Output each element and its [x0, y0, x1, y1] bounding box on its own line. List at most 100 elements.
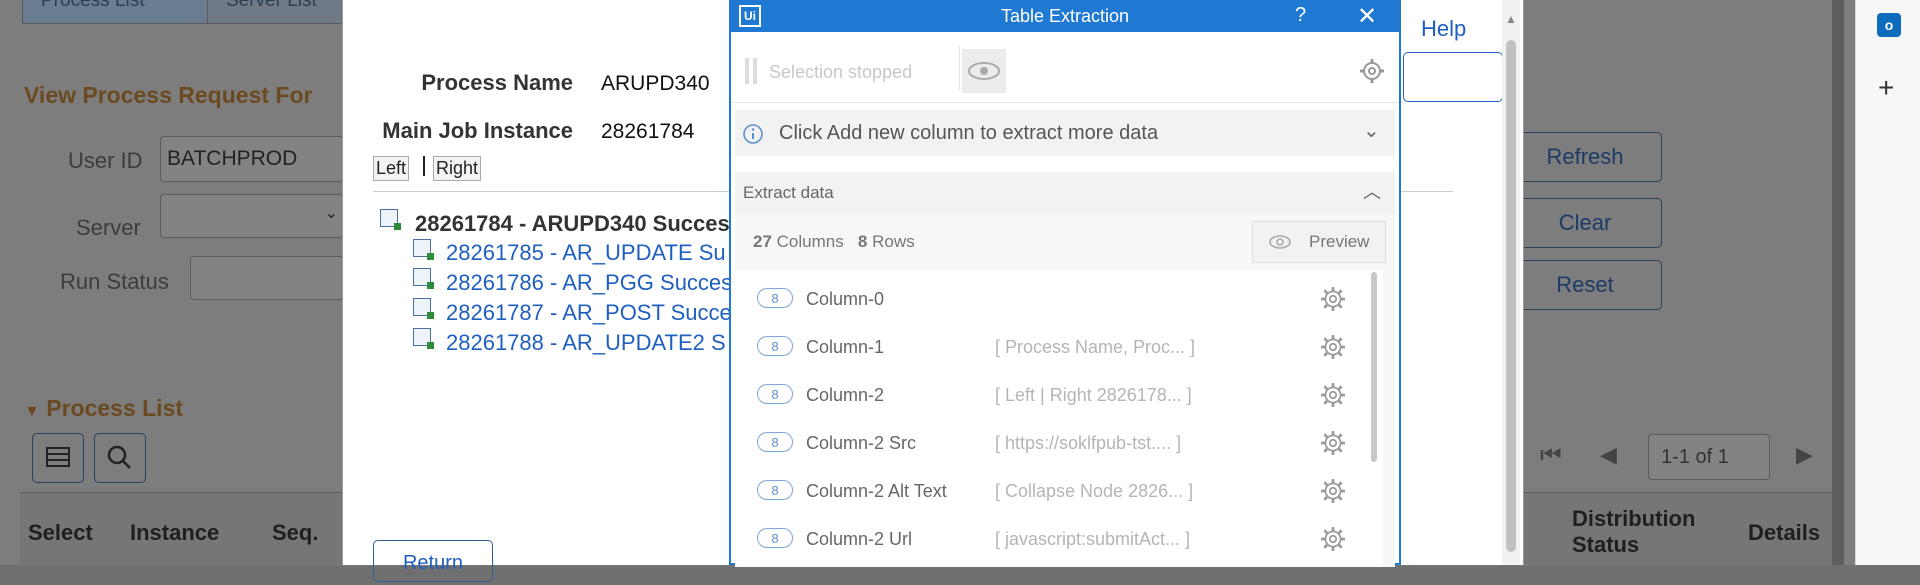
column-preview: [ Collapse Node 2826... ]: [995, 481, 1194, 501]
columns-label: Columns: [776, 232, 844, 251]
column-name: Column-2: [806, 385, 885, 405]
tab-process-list[interactable]: Process List: [22, 0, 216, 24]
info-text: Click Add new column to extract more dat…: [779, 122, 1159, 144]
first-page-icon[interactable]: ⏮: [1540, 442, 1562, 470]
column-name: Column-2 Src: [806, 433, 917, 453]
selection-status: Selection stopped: [769, 62, 913, 82]
add-icon[interactable]: +: [1878, 74, 1894, 102]
column-name: Column-2 Url: [806, 529, 913, 549]
tree-item-link[interactable]: 28261786 - AR_PGG Succes: [446, 270, 732, 296]
chevron-down-icon: ⌄: [324, 205, 338, 222]
modal-input-box[interactable]: [1403, 52, 1503, 102]
pause-icon[interactable]: [745, 58, 749, 84]
column-preview: [ Left | Right 2826178... ]: [995, 385, 1192, 405]
previous-page-icon[interactable]: ◀: [1600, 442, 1617, 468]
info-icon: [743, 124, 763, 144]
rows-label: Rows: [872, 232, 915, 251]
grid-view-button[interactable]: [32, 433, 84, 483]
column-row[interactable]: 8 Column-2 [ Left | Right 2826178... ]: [735, 375, 1355, 415]
column-settings-gear-icon[interactable]: [1320, 478, 1346, 504]
clear-button[interactable]: Clear: [1508, 198, 1662, 248]
row-count-badge: 8: [757, 288, 793, 308]
column-settings-gear-icon[interactable]: [1320, 526, 1346, 552]
column-name: Column-2 Alt Text: [806, 481, 947, 501]
run-status-select[interactable]: [190, 256, 352, 300]
close-icon[interactable]: ✕: [1357, 2, 1377, 31]
panel-header: Ui Table Extraction ? ✕: [729, 2, 1401, 32]
column-settings-gear-icon[interactable]: [1320, 430, 1346, 456]
info-banner[interactable]: Click Add new column to extract more dat…: [735, 110, 1395, 156]
tree-item-link[interactable]: 28261788 - AR_UPDATE2 S: [446, 330, 726, 356]
tree-item-link[interactable]: 28261785 - AR_UPDATE Su: [446, 240, 726, 266]
server-select[interactable]: ⌄: [160, 194, 347, 238]
help-icon[interactable]: ?: [1295, 4, 1306, 27]
main-job-instance-value: 28261784: [601, 120, 695, 143]
left-button[interactable]: Left: [373, 156, 410, 181]
column-header-distribution-status[interactable]: Distribution Status: [1572, 506, 1722, 558]
next-page-icon[interactable]: ▶: [1796, 442, 1813, 468]
job-expand-icon[interactable]: [413, 298, 434, 319]
return-button[interactable]: Return: [373, 540, 493, 582]
search-icon: [107, 445, 131, 469]
column-row[interactable]: 8 Column-2 Alt Text [ Collapse Node 2826..…: [735, 471, 1355, 511]
chevron-up-icon[interactable]: ︿: [1363, 178, 1381, 204]
server-label: Server: [76, 215, 141, 240]
column-preview: [ https://soklfpub-tst.... ]: [995, 433, 1182, 453]
row-count-badge: 8: [757, 336, 793, 356]
column-settings-gear-icon[interactable]: [1320, 382, 1346, 408]
grid-icon: [46, 447, 70, 467]
column-row[interactable]: 8 Column-1 [ Process Name, Proc... ]: [735, 327, 1355, 367]
search-button[interactable]: [94, 433, 146, 483]
tree-item-link[interactable]: 28261787 - AR_POST Succe: [446, 300, 732, 326]
reset-button[interactable]: Reset: [1508, 260, 1662, 310]
divider: [423, 156, 425, 176]
extract-data-title: Extract data: [743, 183, 834, 202]
pagination-text: 1-1 of 1: [1661, 446, 1729, 468]
pause-icon-bar: [753, 58, 757, 84]
right-button[interactable]: Right: [433, 156, 482, 181]
row-count-badge: 8: [757, 384, 793, 404]
outlook-icon[interactable]: o: [1877, 13, 1901, 37]
refresh-button[interactable]: Refresh: [1508, 132, 1662, 182]
chevron-down-icon[interactable]: ⌄: [1363, 118, 1380, 143]
collapse-triangle-icon[interactable]: ▼: [24, 403, 40, 420]
user-id-input[interactable]: BATCHPROD: [160, 136, 352, 182]
user-id-label: User ID: [68, 148, 143, 173]
row-count-badge: 8: [757, 432, 793, 452]
extract-data-header[interactable]: Extract data ︿: [735, 172, 1395, 214]
rows-count: 8: [857, 232, 868, 251]
preview-button[interactable]: Preview: [1252, 221, 1386, 263]
collapse-node-icon[interactable]: [380, 209, 401, 230]
process-list-title-text: Process List: [46, 395, 184, 421]
job-icon: [413, 239, 434, 260]
column-preview: [ javascript:submitAct... ]: [995, 529, 1191, 549]
pagination-select[interactable]: 1-1 of 1: [1648, 434, 1770, 480]
help-link[interactable]: Help: [1421, 16, 1466, 42]
settings-gear-icon[interactable]: [1358, 57, 1386, 85]
eye-toggle-button[interactable]: [962, 49, 1006, 93]
column-header-seq[interactable]: Seq.: [272, 520, 318, 546]
scroll-thumb[interactable]: [1506, 40, 1516, 552]
column-list-scrollbar[interactable]: [1371, 272, 1377, 462]
toolbar-divider: [959, 46, 960, 90]
table-extraction-panel: Ui Table Extraction ? ✕ Selection stoppe…: [729, 0, 1401, 567]
process-list-title: ▼ Process List: [24, 395, 183, 422]
column-header-instance[interactable]: Instance: [130, 520, 219, 546]
page-scrollbar[interactable]: [1832, 0, 1844, 565]
row-count-badge: 8: [757, 528, 793, 548]
scroll-up-icon[interactable]: ▲: [1505, 12, 1517, 26]
columns-count: 27: [753, 232, 772, 251]
column-header-details[interactable]: Details: [1748, 520, 1820, 546]
column-settings-gear-icon[interactable]: [1320, 286, 1346, 312]
column-row[interactable]: 8 Column-2 Url [ javascript:submitAct... ]: [735, 519, 1355, 559]
modal-scrollbar[interactable]: ▲: [1502, 0, 1520, 565]
view-process-title: View Process Request For: [24, 82, 313, 108]
column-settings-gear-icon[interactable]: [1320, 334, 1346, 360]
tree-root: 28261784 - ARUPD340 Succes: [415, 211, 730, 236]
job-expand-icon[interactable]: [413, 268, 434, 289]
column-row[interactable]: 8 Column-0: [735, 279, 1355, 319]
user-id-value: BATCHPROD: [167, 147, 298, 170]
column-header-select[interactable]: Select: [28, 520, 93, 546]
main-job-instance-label: Main Job Instance: [382, 118, 573, 143]
column-row[interactable]: 8 Column-2 Src [ https://soklfpub-tst.... …: [735, 423, 1355, 463]
